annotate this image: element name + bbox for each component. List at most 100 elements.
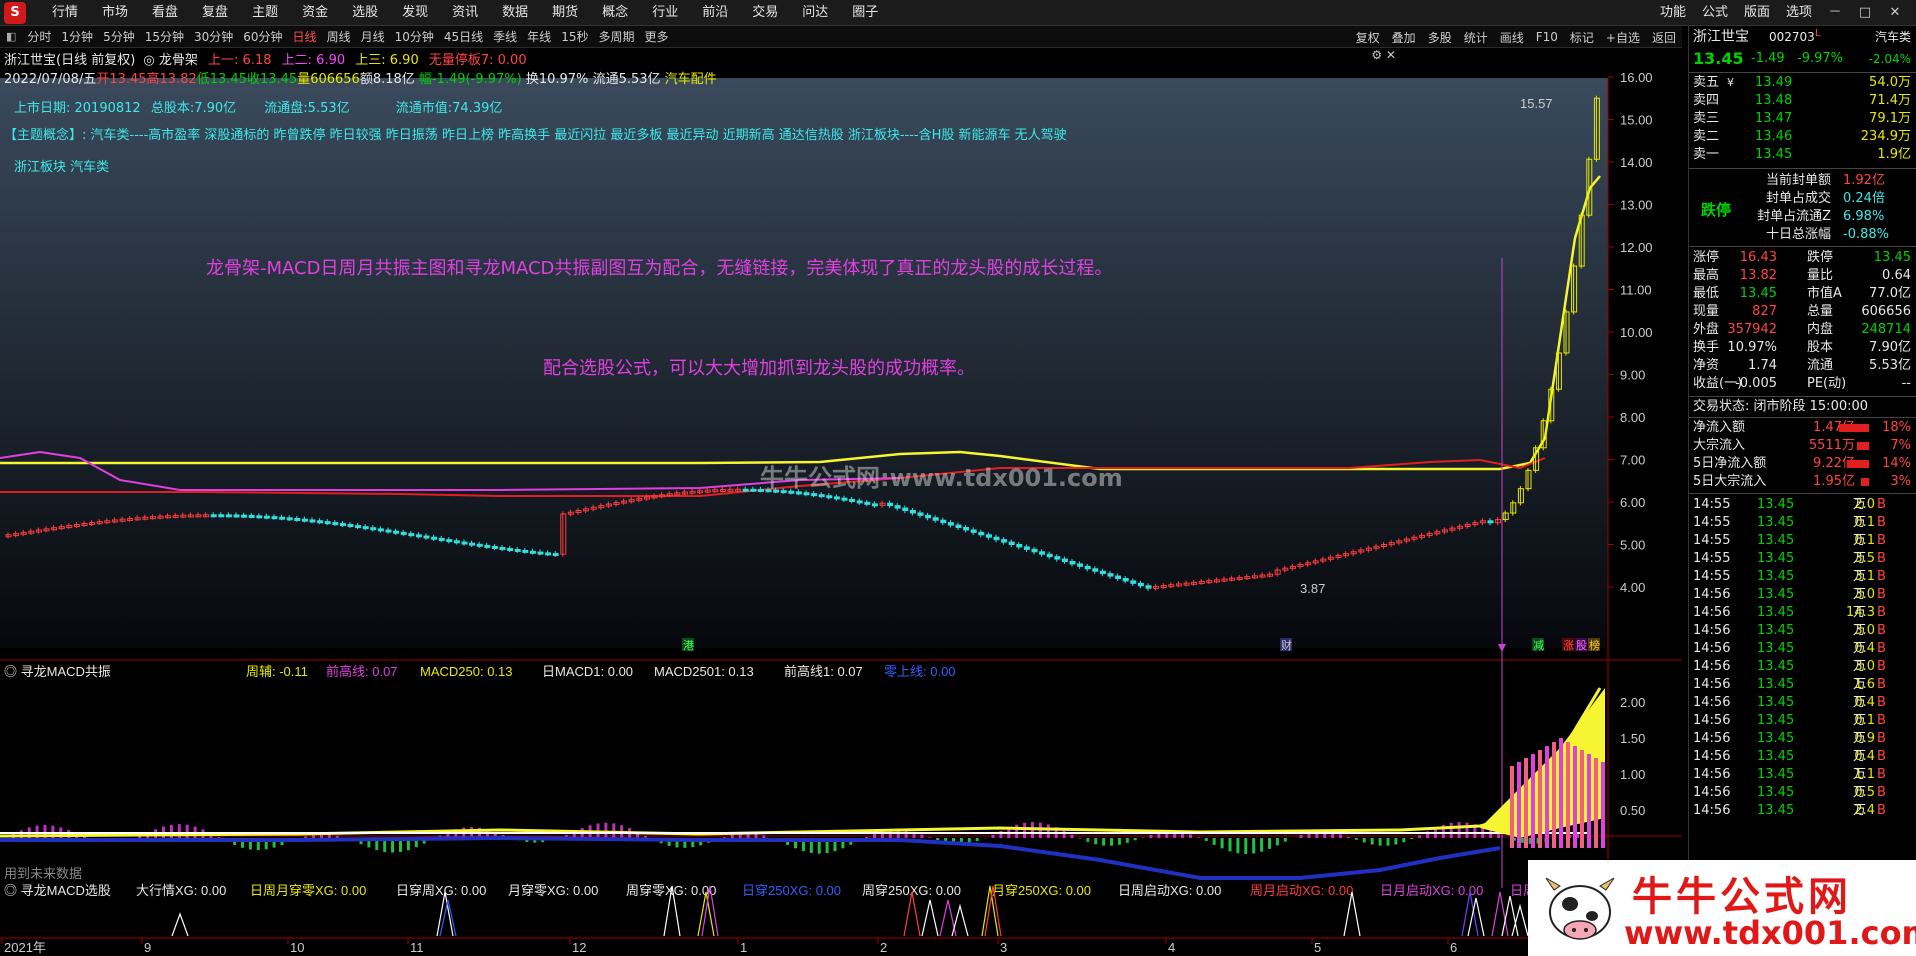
candle-body xyxy=(978,531,985,536)
menu-item[interactable]: 资讯 xyxy=(440,0,490,26)
menu-item[interactable]: 圈子 xyxy=(840,0,890,26)
maximize-icon[interactable]: □ xyxy=(1850,0,1880,26)
candle-body xyxy=(856,500,863,504)
app-logo-icon[interactable]: S xyxy=(4,1,26,24)
period-tab[interactable]: 周线 xyxy=(322,28,356,45)
period-tab[interactable]: 30分钟 xyxy=(189,28,238,45)
period-tab[interactable]: 更多 xyxy=(639,28,673,45)
candle-body xyxy=(491,545,498,549)
macd-bar xyxy=(1362,838,1366,843)
menu-item[interactable]: 期货 xyxy=(540,0,590,26)
top-right-menu-item[interactable]: 版面 xyxy=(1736,0,1778,26)
period-tab[interactable]: 季线 xyxy=(488,28,522,45)
menu-item[interactable]: 市场 xyxy=(90,0,140,26)
macd-bar xyxy=(1212,838,1216,845)
chart-tool-button[interactable]: 标记 xyxy=(1564,29,1600,46)
period-tab[interactable]: 年线 xyxy=(522,28,556,45)
close-icon[interactable]: ✕ xyxy=(1880,0,1910,26)
period-tab[interactable]: 月线 xyxy=(356,28,390,45)
menu-item[interactable]: 看盘 xyxy=(140,0,190,26)
tick-row: 14:56 13.45 0.4 万 B xyxy=(1689,748,1916,766)
quote-float: 流通5.53亿 xyxy=(592,72,661,87)
stat-value: 0.64 xyxy=(1882,268,1911,283)
chart-settings-icon[interactable]: ⚙ ✕ xyxy=(1365,48,1402,62)
macd-bar xyxy=(873,833,876,838)
tick-time: 14:56 xyxy=(1693,605,1731,620)
stat-value: 827 xyxy=(1752,304,1777,319)
menu-item[interactable]: 发现 xyxy=(390,0,440,26)
menu-item[interactable]: 概念 xyxy=(590,0,640,26)
main-indicator-name[interactable]: ◎ 龙骨架 xyxy=(143,53,197,68)
macd-bar xyxy=(612,823,616,838)
menu-item[interactable]: 选股 xyxy=(340,0,390,26)
period-tab[interactable]: 15秒 xyxy=(556,28,593,45)
macd-signal-bar xyxy=(1587,754,1591,848)
candle-body xyxy=(233,514,240,518)
float-value: 流通市值:74.39亿 xyxy=(395,101,503,116)
tick-time: 14:56 xyxy=(1693,623,1731,638)
top-right-menu-item[interactable]: 功能 xyxy=(1652,0,1694,26)
chart-tool-button[interactable]: +自选 xyxy=(1600,29,1646,46)
macd-bar xyxy=(1260,838,1264,852)
period-tab[interactable]: 1分钟 xyxy=(56,28,98,45)
select-param: 大行情XG: 0.00 xyxy=(136,883,226,898)
macd-bar xyxy=(1394,838,1398,845)
candle-body xyxy=(317,520,324,524)
board-line[interactable]: 浙江板块 汽车类 xyxy=(14,156,109,175)
period-tab[interactable]: 日线 xyxy=(288,28,322,45)
macd-param-qiangao1: 前高线1: 0.07 xyxy=(784,664,863,679)
chart-tool-button[interactable]: 统计 xyxy=(1458,29,1494,46)
menu-item[interactable]: 数据 xyxy=(490,0,540,26)
macd-bar xyxy=(1133,838,1137,841)
candle-body xyxy=(332,522,339,526)
menu-item[interactable]: 问达 xyxy=(790,0,840,26)
menu-item[interactable]: 主题 xyxy=(240,0,290,26)
candle-body xyxy=(294,517,301,521)
theme-concepts[interactable]: 【主题概念】: 汽车类----高市盈率 深股通标的 昨曾跌停 昨日较强 昨日振荡… xyxy=(4,124,1067,143)
menu-item[interactable]: 前沿 xyxy=(690,0,740,26)
event-tag-gang: 港 xyxy=(683,639,694,652)
chart-tool-button[interactable]: 叠加 xyxy=(1386,29,1422,46)
candle-body xyxy=(1061,558,1068,563)
price-label: 6.00 xyxy=(1620,495,1645,510)
menu-item[interactable]: 行业 xyxy=(640,0,690,26)
macd-signal-bar xyxy=(1594,758,1598,848)
period-tab[interactable]: 多周期 xyxy=(593,28,639,45)
top-right-menu-item[interactable]: 公式 xyxy=(1694,0,1736,26)
period-tab[interactable]: 60分钟 xyxy=(238,28,287,45)
date-label: 5 xyxy=(1314,940,1321,955)
tick-unit: 万 xyxy=(1853,659,1867,674)
candle-body xyxy=(514,548,521,552)
period-tab[interactable]: 5分钟 xyxy=(98,28,140,45)
menu-item[interactable]: 交易 xyxy=(740,0,790,26)
candle-body xyxy=(225,514,232,518)
chart-tool-button[interactable]: 复权 xyxy=(1350,29,1386,46)
chart-tool-button[interactable]: F10 xyxy=(1530,30,1564,44)
menu-item[interactable]: 复盘 xyxy=(190,0,240,26)
chart-tool-button[interactable]: 多股 xyxy=(1422,29,1458,46)
candle-body xyxy=(826,495,833,499)
top-right-menu-item[interactable]: 选项 xyxy=(1778,0,1820,26)
stat-label: 量比 xyxy=(1807,268,1834,283)
money-flow-row: 5日净流入额 9.22亿 14% xyxy=(1689,455,1916,473)
tick-time: 14:55 xyxy=(1693,569,1731,584)
period-tab[interactable]: 45日线 xyxy=(439,28,488,45)
kline-chart-area[interactable]: 16.00 15.00 14.00 13.00 12.00 11.00 10.00 9.00 8… xyxy=(0,48,1682,956)
menu-item[interactable]: 行情 xyxy=(40,0,90,26)
period-tab[interactable]: 15分钟 xyxy=(140,28,189,45)
tick-side: B xyxy=(1877,641,1886,656)
chart-tool-button[interactable]: 画线 xyxy=(1494,29,1530,46)
period-tab[interactable]: 分时 xyxy=(22,28,56,45)
limit-info-value: -0.88% xyxy=(1843,227,1889,242)
quote-sector[interactable]: 汽车配件 xyxy=(665,72,717,87)
tick-row: 14:56 13.45 0.1 万 B xyxy=(1689,712,1916,730)
ask-price: 13.49 xyxy=(1755,75,1793,90)
menu-item[interactable]: 资金 xyxy=(290,0,340,26)
chart-tool-button[interactable]: 返回 xyxy=(1646,29,1682,46)
date-label: 2 xyxy=(880,940,887,955)
tick-row: 14:55 13.45 3.1 万 B xyxy=(1689,568,1916,586)
date-label: 4 xyxy=(1168,940,1175,955)
minimize-icon[interactable]: － xyxy=(1820,0,1850,26)
panel-toggle-icon[interactable]: ◧ xyxy=(0,30,22,43)
period-tab[interactable]: 10分钟 xyxy=(390,28,439,45)
